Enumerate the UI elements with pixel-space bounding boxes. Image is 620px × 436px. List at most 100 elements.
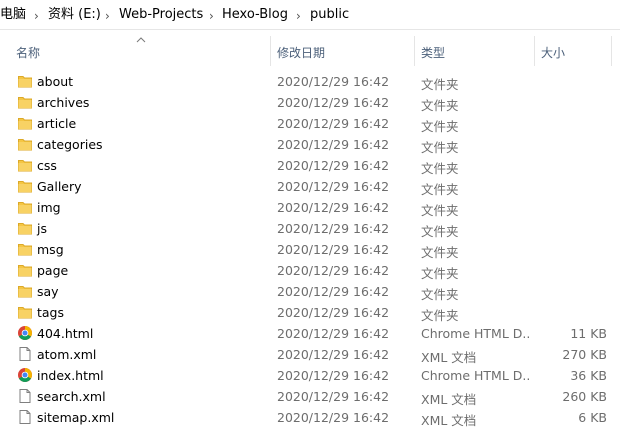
file-type: 文件夹 bbox=[421, 77, 459, 92]
file-name: Gallery bbox=[37, 179, 82, 194]
file-row[interactable]: archives 2020/12/29 16:42 文件夹 bbox=[0, 92, 620, 113]
file-row[interactable]: css 2020/12/29 16:42 文件夹 bbox=[0, 155, 620, 176]
file-type: 文件夹 bbox=[421, 140, 459, 155]
file-modified-date: 2020/12/29 16:42 bbox=[277, 305, 390, 320]
column-header-name[interactable]: 名称 bbox=[16, 44, 40, 61]
folder-icon bbox=[17, 94, 33, 110]
document-icon bbox=[17, 346, 33, 362]
folder-icon bbox=[17, 136, 33, 152]
file-type: 文件夹 bbox=[421, 203, 459, 218]
file-size: 260 KB bbox=[562, 389, 607, 404]
file-type: 文件夹 bbox=[421, 308, 459, 323]
file-modified-date: 2020/12/29 16:42 bbox=[277, 389, 390, 404]
document-icon bbox=[17, 388, 33, 404]
breadcrumb-separator-icon[interactable]: › bbox=[209, 8, 214, 24]
folder-icon bbox=[17, 157, 33, 173]
file-row[interactable]: tags 2020/12/29 16:42 文件夹 bbox=[0, 302, 620, 323]
file-row[interactable]: img 2020/12/29 16:42 文件夹 bbox=[0, 197, 620, 218]
folder-icon bbox=[17, 262, 33, 278]
file-name: article bbox=[37, 116, 77, 131]
folder-icon bbox=[17, 283, 33, 299]
column-header-size[interactable]: 大小 bbox=[541, 44, 565, 61]
file-type: 文件夹 bbox=[421, 182, 459, 197]
breadcrumb-item-pc[interactable]: 电脑 bbox=[0, 7, 26, 23]
breadcrumb-separator-icon[interactable]: › bbox=[105, 8, 110, 24]
file-row[interactable]: categories 2020/12/29 16:42 文件夹 bbox=[0, 134, 620, 155]
folder-icon bbox=[17, 304, 33, 320]
file-row[interactable]: page 2020/12/29 16:42 文件夹 bbox=[0, 260, 620, 281]
file-row[interactable]: Gallery 2020/12/29 16:42 文件夹 bbox=[0, 176, 620, 197]
file-modified-date: 2020/12/29 16:42 bbox=[277, 242, 390, 257]
folder-icon bbox=[17, 115, 33, 131]
file-modified-date: 2020/12/29 16:42 bbox=[277, 137, 390, 152]
folder-icon bbox=[17, 73, 33, 89]
document-icon bbox=[17, 409, 33, 425]
file-modified-date: 2020/12/29 16:42 bbox=[277, 368, 390, 383]
file-row[interactable]: atom.xml 2020/12/29 16:42 XML 文档 270 KB bbox=[0, 344, 620, 365]
file-name: js bbox=[37, 221, 47, 236]
file-modified-date: 2020/12/29 16:42 bbox=[277, 158, 390, 173]
file-row[interactable]: search.xml 2020/12/29 16:42 XML 文档 260 KB bbox=[0, 386, 620, 407]
column-divider[interactable] bbox=[270, 36, 271, 66]
breadcrumb-item-drive[interactable]: 资料 (E:) bbox=[48, 7, 101, 23]
file-size: 36 KB bbox=[570, 368, 607, 383]
folder-icon bbox=[17, 241, 33, 257]
file-name: say bbox=[37, 284, 59, 299]
file-type: 文件夹 bbox=[421, 287, 459, 302]
file-modified-date: 2020/12/29 16:42 bbox=[277, 179, 390, 194]
file-modified-date: 2020/12/29 16:42 bbox=[277, 284, 390, 299]
chrome-icon bbox=[17, 367, 33, 383]
file-name: sitemap.xml bbox=[37, 410, 115, 425]
column-divider[interactable] bbox=[414, 36, 415, 66]
file-type: 文件夹 bbox=[421, 266, 459, 281]
file-row[interactable]: article 2020/12/29 16:42 文件夹 bbox=[0, 113, 620, 134]
file-modified-date: 2020/12/29 16:42 bbox=[277, 116, 390, 131]
file-size: 11 KB bbox=[570, 326, 607, 341]
column-divider[interactable] bbox=[534, 36, 535, 66]
file-type: XML 文档 bbox=[421, 392, 477, 407]
file-name: search.xml bbox=[37, 389, 106, 404]
file-modified-date: 2020/12/29 16:42 bbox=[277, 347, 390, 362]
file-row[interactable]: say 2020/12/29 16:42 文件夹 bbox=[0, 281, 620, 302]
file-modified-date: 2020/12/29 16:42 bbox=[277, 221, 390, 236]
file-row[interactable]: js 2020/12/29 16:42 文件夹 bbox=[0, 218, 620, 239]
file-size: 6 KB bbox=[578, 410, 607, 425]
column-divider[interactable] bbox=[611, 36, 612, 66]
file-modified-date: 2020/12/29 16:42 bbox=[277, 326, 390, 341]
column-header-modified[interactable]: 修改日期 bbox=[277, 44, 325, 61]
file-row[interactable]: index.html 2020/12/29 16:42 Chrome HTML D.… bbox=[0, 365, 620, 386]
column-header-row: 名称 修改日期 类型 大小 bbox=[0, 36, 620, 66]
file-modified-date: 2020/12/29 16:42 bbox=[277, 200, 390, 215]
file-type: 文件夹 bbox=[421, 224, 459, 239]
file-row[interactable]: sitemap.xml 2020/12/29 16:42 XML 文档 6 KB bbox=[0, 407, 620, 428]
file-row[interactable]: 404.html 2020/12/29 16:42 Chrome HTML D...… bbox=[0, 323, 620, 344]
breadcrumb-item-web-projects[interactable]: Web-Projects bbox=[119, 7, 203, 23]
breadcrumb-item-public[interactable]: public bbox=[310, 7, 349, 23]
file-size: 270 KB bbox=[562, 347, 607, 362]
file-type: Chrome HTML D... bbox=[421, 326, 529, 341]
file-row[interactable]: about 2020/12/29 16:42 文件夹 bbox=[0, 71, 620, 92]
file-name: css bbox=[37, 158, 57, 173]
file-type: 文件夹 bbox=[421, 161, 459, 176]
file-type: XML 文档 bbox=[421, 413, 477, 428]
file-modified-date: 2020/12/29 16:42 bbox=[277, 410, 390, 425]
breadcrumb-item-hexo-blog[interactable]: Hexo-Blog bbox=[222, 7, 288, 23]
column-header-type[interactable]: 类型 bbox=[421, 44, 445, 61]
folder-icon bbox=[17, 178, 33, 194]
file-modified-date: 2020/12/29 16:42 bbox=[277, 95, 390, 110]
folder-icon bbox=[17, 220, 33, 236]
file-name: page bbox=[37, 263, 69, 278]
breadcrumb-separator-icon[interactable]: › bbox=[34, 8, 39, 24]
file-type: 文件夹 bbox=[421, 119, 459, 134]
chrome-icon bbox=[17, 325, 33, 341]
breadcrumb: 电脑 › 资料 (E:) › Web-Projects › Hexo-Blog … bbox=[0, 0, 620, 30]
file-type: Chrome HTML D... bbox=[421, 368, 529, 383]
file-name: categories bbox=[37, 137, 103, 152]
file-modified-date: 2020/12/29 16:42 bbox=[277, 74, 390, 89]
file-name: 404.html bbox=[37, 326, 94, 341]
file-row[interactable]: msg 2020/12/29 16:42 文件夹 bbox=[0, 239, 620, 260]
file-modified-date: 2020/12/29 16:42 bbox=[277, 263, 390, 278]
file-name: about bbox=[37, 74, 74, 89]
file-type: 文件夹 bbox=[421, 98, 459, 113]
breadcrumb-separator-icon[interactable]: › bbox=[296, 8, 301, 24]
